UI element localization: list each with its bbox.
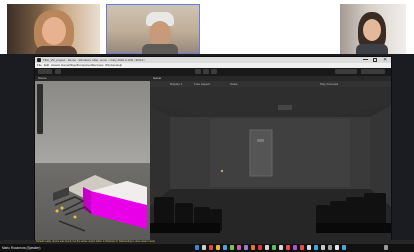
participant-3-shoulders [356,44,388,54]
unity-logo-icon [37,58,41,62]
speaker-label: Mario Rocamora (Speaker) [2,246,41,250]
app-icon-9[interactable] [293,245,297,250]
app-icon-15[interactable] [335,245,339,250]
scene-building-model [53,175,147,232]
layers-dropdown[interactable] [335,69,357,74]
app-icon-14[interactable] [328,245,332,250]
app-icon-3[interactable] [251,245,255,250]
folder-icon[interactable] [216,245,220,250]
taskbar: Mario Rocamora (Speaker) [0,244,414,252]
maximize-button[interactable] [373,58,377,62]
participant-2-shirt [142,44,178,54]
app-icon-16[interactable] [342,245,346,250]
main-toolbar [35,68,391,76]
mail-icon[interactable] [223,245,227,250]
app-icon-4[interactable] [258,245,262,250]
app-icon-11[interactable] [307,245,311,250]
account-button[interactable] [38,69,52,74]
app-icon-7[interactable] [279,245,283,250]
minimize-button[interactable] [363,59,368,60]
unity-editor-window: TEA_VR_project - Demo - Windows, Mac, Li… [34,56,392,244]
participant-tile-1[interactable] [7,4,100,54]
participant-tile-3[interactable] [340,4,406,54]
windows-start-icon[interactable] [195,245,199,250]
door-icon [249,129,273,177]
app-icon-12[interactable] [314,245,318,250]
app-icon-10[interactable] [300,245,304,250]
pause-icon[interactable] [203,69,209,74]
app-icon-5[interactable] [265,245,269,250]
game-view[interactable]: Game Display 1 Free Aspect Scale Play Fo… [150,76,391,243]
search-icon[interactable] [202,245,206,250]
cloud-button[interactable] [55,69,61,74]
app-icon-1[interactable] [237,245,241,250]
participant-3-face [363,19,381,41]
game-room-render [150,87,391,243]
ceiling-vent [278,105,292,110]
app-icon-2[interactable] [244,245,248,250]
participant-tile-2-active[interactable] [106,4,200,54]
step-icon[interactable] [211,69,217,74]
participant-1-face [42,17,66,45]
play-icon[interactable] [195,69,201,74]
participant-1-shoulders [35,46,77,54]
scene-view[interactable]: Scene [35,76,150,243]
system-tray-icon[interactable] [384,245,388,250]
app-icon-13[interactable] [321,245,325,250]
layout-dropdown[interactable] [361,69,385,74]
app-icon-6[interactable] [272,245,276,250]
camera-icon[interactable] [230,245,234,250]
waiting-room-scene [150,87,391,243]
app-icon-8[interactable] [286,245,290,250]
browser-icon[interactable] [209,245,213,250]
